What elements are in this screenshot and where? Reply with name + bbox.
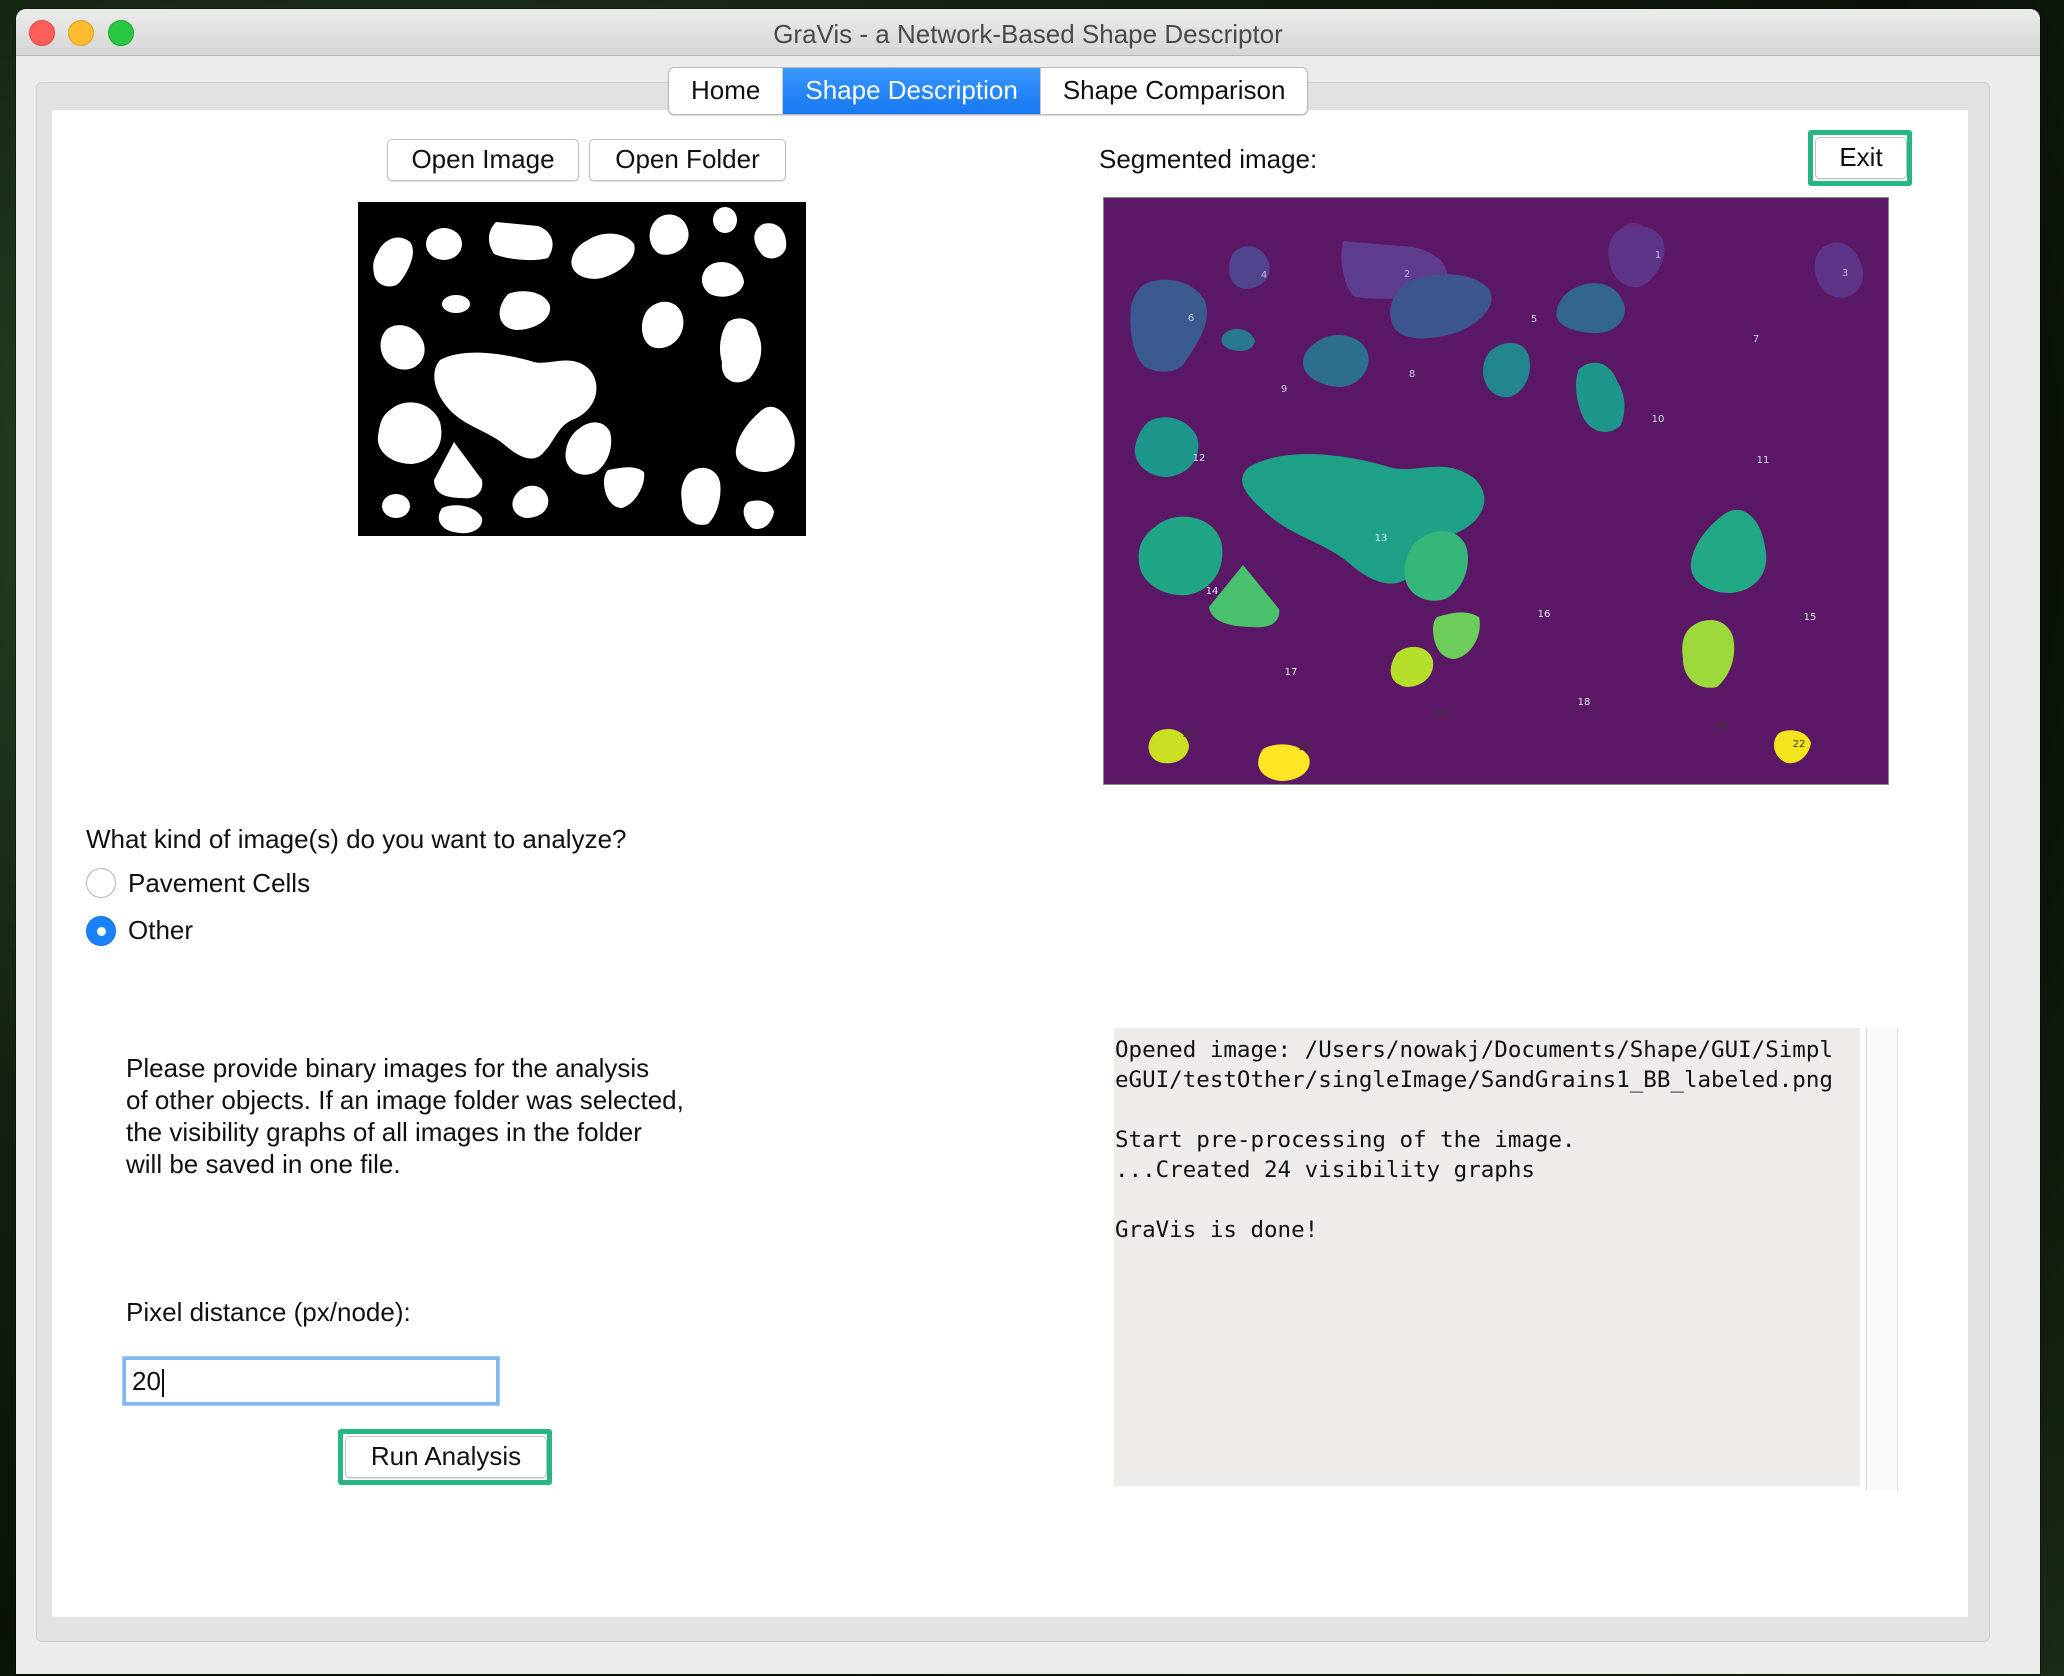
tab-bar: Home Shape Description Shape Comparison (668, 67, 1309, 115)
window-title: GraVis - a Network-Based Shape Descripto… (773, 19, 1283, 49)
radio-pavement-cells[interactable] (86, 868, 116, 898)
log-line: eGUI/testOther/singleImage/SandGrains1_B… (1115, 1067, 1833, 1093)
radio-other-label[interactable]: Other (128, 915, 193, 946)
segment-label-2: 2 (1404, 269, 1410, 280)
instructions-line: the visibility graphs of all images in t… (126, 1117, 642, 1147)
segment-label-14: 14 (1206, 586, 1219, 597)
segment-label-9: 9 (1281, 384, 1287, 395)
log-line: ...Created 24 visibility graphs (1115, 1157, 1535, 1183)
segmented-image-label: Segmented image: (1099, 144, 1318, 174)
segment-label-12: 12 (1193, 453, 1206, 464)
segment-label-23: 23 (1299, 742, 1312, 753)
segment-label-5: 5 (1531, 314, 1537, 325)
segment-label-6: 6 (1188, 313, 1194, 324)
segment-label-10: 10 (1652, 414, 1665, 425)
log-scrollbar[interactable] (1866, 1028, 1898, 1490)
instructions-line: of other objects. If an image folder was… (126, 1085, 684, 1115)
instructions-line: will be saved in one file. (126, 1149, 401, 1179)
segment-label-17: 17 (1285, 667, 1298, 678)
segment-label-21: 21 (1183, 729, 1196, 740)
tab-shape-description[interactable]: Shape Description (783, 68, 1041, 114)
log-line: Opened image: /Users/nowakj/Documents/Sh… (1115, 1037, 1833, 1063)
radio-other[interactable] (86, 916, 116, 946)
instructions-text: Please provide binary images for the ana… (126, 1052, 684, 1180)
title-bar: GraVis - a Network-Based Shape Descripto… (16, 9, 2040, 56)
pixel-distance-label: Pixel distance (px/node): (126, 1297, 411, 1327)
segment-label-11: 11 (1757, 455, 1770, 466)
binary-image-preview (358, 202, 806, 536)
segment-label-4: 4 (1261, 270, 1267, 281)
open-image-button[interactable]: Open Image (387, 139, 579, 181)
log-line: Start pre-processing of the image. (1115, 1127, 1576, 1153)
tab-home[interactable]: Home (669, 68, 784, 114)
segment-label-20: 20 (1434, 709, 1447, 720)
segment-label-3: 3 (1842, 268, 1848, 279)
segment-label-7: 7 (1753, 334, 1759, 345)
segment-label-19: 19 (1715, 721, 1728, 732)
text-caret (161, 1369, 164, 1398)
segment-label-15: 15 (1804, 612, 1817, 623)
log-line: GraVis is done! (1115, 1217, 1319, 1243)
image-kind-question: What kind of image(s) do you want to ana… (86, 824, 627, 854)
pixel-distance-input[interactable]: 20 (123, 1357, 499, 1405)
exit-button[interactable]: Exit (1815, 137, 1907, 179)
radio-pavement-cells-label[interactable]: Pavement Cells (128, 868, 310, 899)
pixel-distance-value: 20 (132, 1366, 161, 1396)
instructions-line: Please provide binary images for the ana… (126, 1053, 650, 1083)
segment-label-18: 18 (1578, 697, 1591, 708)
log-output: Opened image: /Users/nowakj/Documents/Sh… (1114, 1028, 1860, 1486)
open-folder-button[interactable]: Open Folder (589, 139, 786, 181)
segment-label-8: 8 (1409, 369, 1415, 380)
segment-label-22: 22 (1793, 739, 1806, 750)
tab-shape-comparison[interactable]: Shape Comparison (1041, 68, 1308, 114)
segment-label-16: 16 (1538, 609, 1551, 620)
segment-label-13: 13 (1375, 533, 1388, 544)
run-analysis-button[interactable]: Run Analysis (345, 1436, 547, 1478)
segment-label-1: 1 (1655, 250, 1661, 261)
segmented-image: 1 2 3 4 5 6 7 8 9 10 11 12 13 14 15 16 1… (1103, 197, 1889, 785)
